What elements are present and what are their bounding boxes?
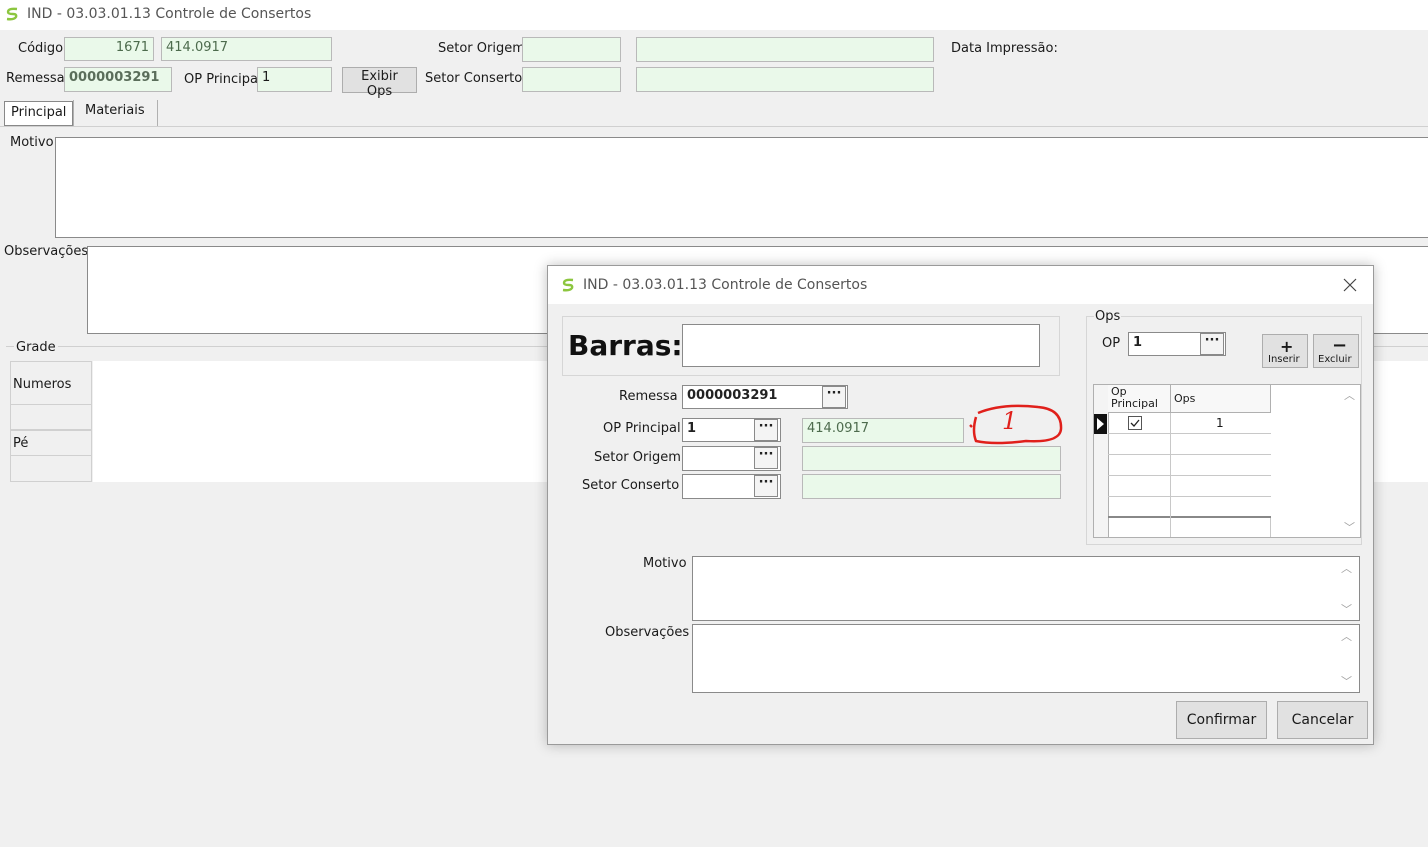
dialog-setor-origem-lookup-button[interactable]: ··· bbox=[754, 447, 778, 469]
motivo-label: Motivo bbox=[10, 135, 54, 150]
remessa-field[interactable]: 0000003291 bbox=[64, 67, 172, 92]
table-row-empty bbox=[1108, 434, 1271, 455]
row-column-divider bbox=[1170, 497, 1171, 518]
dialog-logo-icon bbox=[561, 277, 575, 293]
row-column-divider bbox=[1170, 455, 1171, 476]
row-column-divider bbox=[1170, 413, 1171, 434]
grade-label: Grade bbox=[14, 340, 58, 355]
exibir-ops-button[interactable]: Exibir Ops bbox=[342, 67, 417, 99]
codigo-field[interactable]: 1671 bbox=[64, 37, 154, 61]
row-column-divider bbox=[1170, 434, 1171, 455]
observacoes-label: Observações bbox=[4, 244, 89, 259]
codigo-description-field[interactable]: 414.0917 bbox=[161, 37, 332, 61]
inserir-button[interactable]: + Inserir bbox=[1262, 334, 1308, 368]
op-principal-field[interactable]: 1 bbox=[257, 67, 332, 92]
row-column-divider bbox=[1270, 518, 1271, 537]
table-row-empty bbox=[1108, 455, 1271, 476]
ops-op-lookup-button[interactable]: ··· bbox=[1200, 333, 1224, 355]
setor-conserto-desc-field[interactable] bbox=[636, 67, 934, 92]
setor-origem-code-field[interactable] bbox=[522, 37, 621, 62]
row-pointer-icon bbox=[1094, 414, 1107, 434]
remessa-label: Remessa bbox=[6, 71, 65, 86]
codigo-label: Código bbox=[18, 41, 64, 56]
dialog-motivo-textarea[interactable]: ︿ ﹀ bbox=[692, 556, 1360, 621]
barras-input[interactable] bbox=[682, 324, 1040, 367]
dialog-setor-conserto-label: Setor Conserto bbox=[582, 478, 680, 493]
dialog-motivo-label: Motivo bbox=[643, 556, 687, 571]
ops-grid-header-ops[interactable]: Ops bbox=[1171, 385, 1271, 413]
ops-grid-header-op-principal[interactable]: Op Principal bbox=[1108, 385, 1171, 413]
main-title-bar: IND - 03.03.01.13 Controle de Consertos bbox=[0, 0, 1428, 30]
chevron-down-icon[interactable]: ﹀ bbox=[1341, 673, 1352, 689]
dialog-op-principal-lookup-button[interactable]: ··· bbox=[754, 419, 778, 441]
dialog-op-principal-desc-field[interactable]: 414.0917 bbox=[802, 418, 964, 443]
dialog-setor-conserto-lookup-button[interactable]: ··· bbox=[754, 475, 778, 497]
dialog-setor-origem-desc-field[interactable] bbox=[802, 446, 1061, 471]
chevron-down-icon[interactable]: ﹀ bbox=[1341, 601, 1352, 617]
ops-op-label: OP bbox=[1102, 336, 1121, 351]
chevron-up-icon[interactable]: ︿ bbox=[1344, 387, 1355, 403]
dialog-title-bar: IND - 03.03.01.13 Controle de Consertos bbox=[548, 266, 1373, 304]
dialog-remessa-label: Remessa bbox=[619, 389, 678, 404]
table-row-empty bbox=[1108, 476, 1271, 497]
red-annotation: 1 bbox=[966, 401, 1066, 449]
app-logo-icon bbox=[5, 6, 19, 22]
grade-row-numeros[interactable]: Numeros bbox=[10, 361, 92, 405]
ops-grid-indicator-column bbox=[1094, 385, 1109, 537]
setor-conserto-code-field[interactable] bbox=[522, 67, 621, 92]
grade-row-pe[interactable]: Pé bbox=[10, 430, 92, 456]
grade-row-numeros-label: Numeros bbox=[13, 377, 72, 392]
dialog-setor-origem-label: Setor Origem bbox=[594, 450, 681, 465]
inserir-label: Inserir bbox=[1268, 354, 1300, 365]
dialog-op-principal-label: OP Principal bbox=[603, 421, 681, 436]
table-row[interactable]: 1 bbox=[1108, 413, 1271, 434]
dialog-setor-conserto-desc-field[interactable] bbox=[802, 474, 1061, 499]
setor-conserto-label: Setor Conserto bbox=[425, 71, 523, 86]
ops-grid-header-op-principal-line2: Principal bbox=[1111, 397, 1158, 410]
chevron-down-icon[interactable]: ﹀ bbox=[1344, 519, 1355, 535]
excluir-button[interactable]: − Excluir bbox=[1313, 334, 1359, 368]
ops-grid: Op Principal Ops 1 ︿ ﹀ bbox=[1093, 384, 1361, 538]
main-window-title: IND - 03.03.01.13 Controle de Consertos bbox=[27, 6, 312, 22]
tab-principal-label: Principal bbox=[11, 105, 67, 120]
row-ops-value: 1 bbox=[1216, 416, 1224, 430]
motivo-textarea[interactable] bbox=[55, 137, 1428, 238]
tab-materiais[interactable]: Materiais bbox=[73, 100, 158, 127]
tab-materiais-label: Materiais bbox=[85, 103, 145, 118]
red-annotation-text: 1 bbox=[1002, 407, 1018, 435]
ops-grid-header-ops-label: Ops bbox=[1174, 392, 1196, 405]
table-row-empty bbox=[1108, 497, 1271, 518]
setor-origem-desc-field[interactable] bbox=[636, 37, 934, 62]
row-column-divider bbox=[1170, 476, 1171, 497]
op-principal-label: OP Principal bbox=[184, 72, 262, 87]
op-principal-checkbox[interactable] bbox=[1128, 416, 1142, 430]
minus-icon: − bbox=[1332, 335, 1348, 356]
tab-divider bbox=[0, 126, 1428, 127]
dialog-title: IND - 03.03.01.13 Controle de Consertos bbox=[583, 277, 868, 293]
excluir-label: Excluir bbox=[1318, 354, 1352, 365]
dialog-remessa-lookup-button[interactable]: ··· bbox=[822, 386, 846, 408]
chevron-up-icon[interactable]: ︿ bbox=[1341, 628, 1352, 644]
close-icon[interactable] bbox=[1343, 278, 1357, 292]
barras-label: Barras: bbox=[568, 329, 683, 362]
confirmar-button[interactable]: Confirmar bbox=[1176, 701, 1267, 739]
row-column-divider bbox=[1170, 518, 1171, 537]
chevron-up-icon[interactable]: ︿ bbox=[1341, 560, 1352, 576]
setor-origem-label: Setor Origem bbox=[438, 41, 525, 56]
grade-row-spacer bbox=[10, 405, 92, 430]
cancelar-button[interactable]: Cancelar bbox=[1277, 701, 1368, 739]
grade-row-spacer-2 bbox=[10, 456, 92, 482]
dialog-observacoes-textarea[interactable]: ︿ ﹀ bbox=[692, 624, 1360, 693]
ops-group-label: Ops bbox=[1094, 309, 1122, 324]
tab-principal[interactable]: Principal bbox=[4, 101, 74, 126]
data-impressao-label: Data Impressão: bbox=[951, 41, 1058, 56]
grade-row-pe-label: Pé bbox=[13, 436, 29, 451]
dialog-window: IND - 03.03.01.13 Controle de Consertos … bbox=[547, 265, 1374, 745]
dialog-observacoes-label: Observações bbox=[605, 625, 690, 640]
